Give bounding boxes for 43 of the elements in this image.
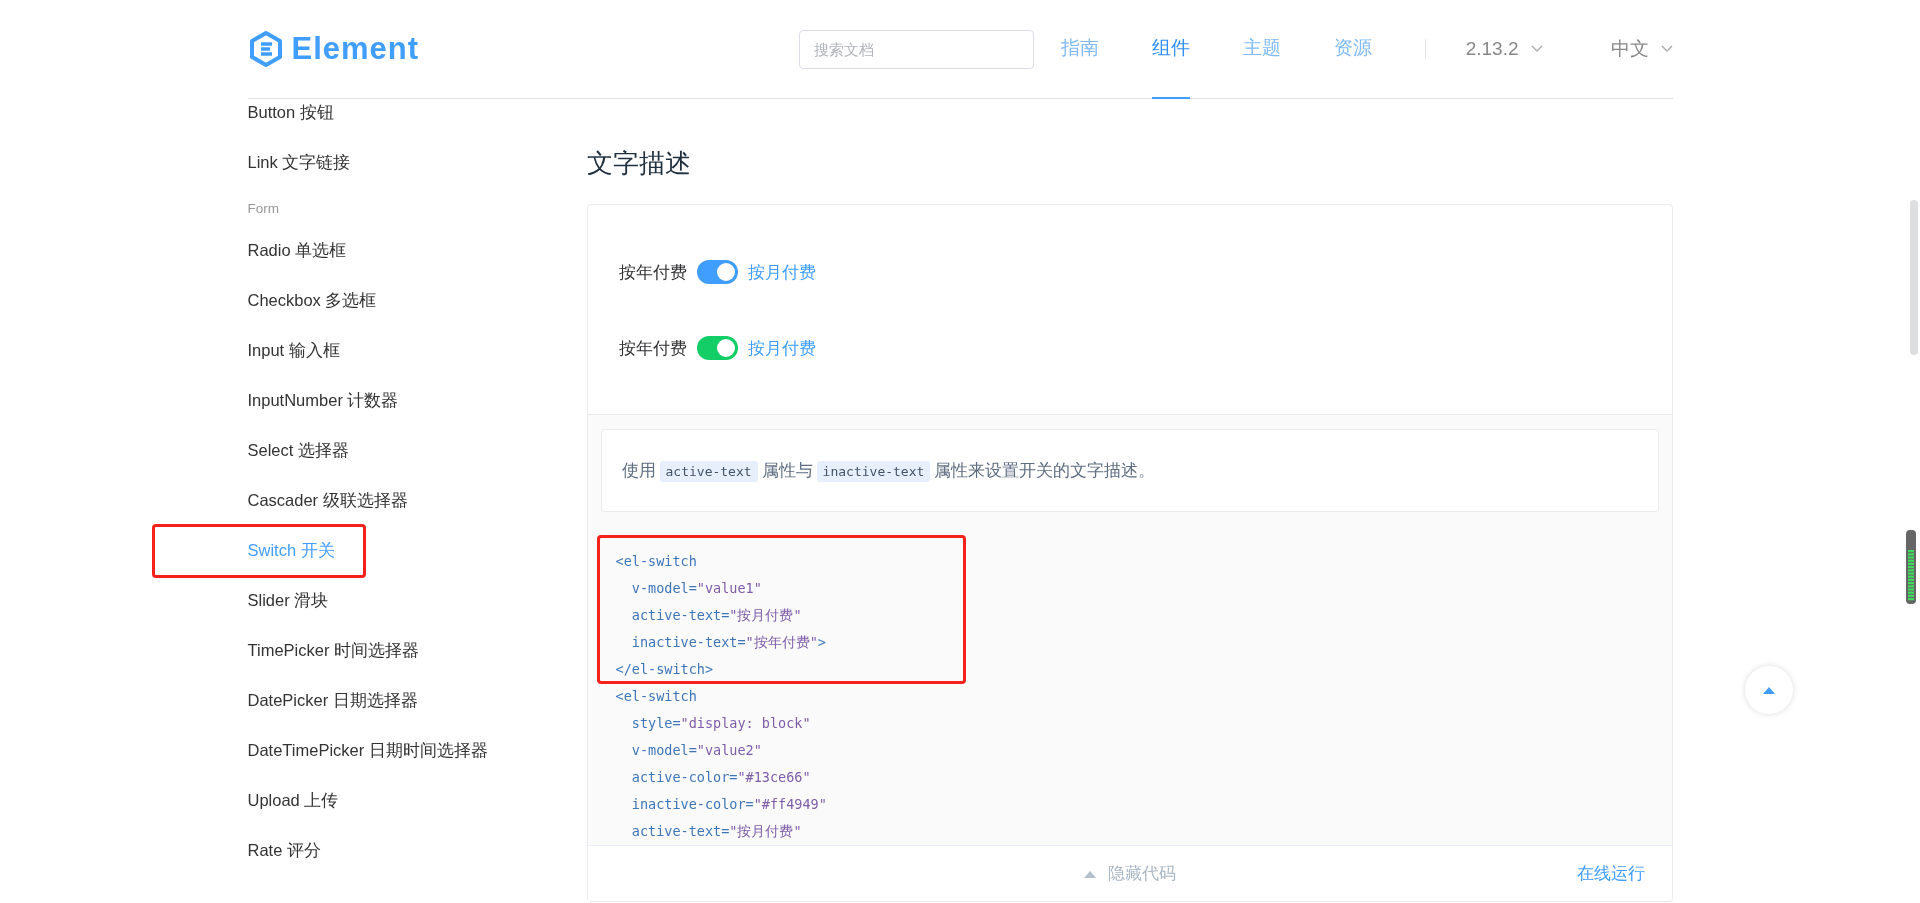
sidebar-item[interactable]: Input 输入框 [247,337,340,363]
switch-label[interactable]: 按年付费 [618,260,687,284]
code-line: active-color="#13ce66" [630,768,812,787]
switch-label[interactable]: 按年付费 [618,336,687,360]
toggle-switch[interactable] [696,336,738,360]
toggle-switch[interactable] [696,260,738,284]
sidebar-item[interactable]: DatePicker 日期选择器 [247,687,418,713]
hexagon-logo-icon [247,30,284,68]
code-line: <el-switch [615,687,698,706]
search-field[interactable]: 搜索文档 [798,29,1034,69]
code-line: <el-switch [615,552,698,571]
triangle-up-icon [1763,686,1775,694]
code-line: style="display: block" [630,714,812,733]
sidebar-item[interactable]: InputNumber 计数器 [247,387,399,413]
back-to-top-button[interactable] [1745,666,1793,714]
sidebar-item[interactable]: TimePicker 时间选择器 [247,637,419,663]
sidebar-item[interactable]: Upload 上传 [247,787,339,813]
language-dropdown[interactable]: 中文 [1610,36,1673,62]
code-line: inactive-text="按年付费"> [630,633,826,652]
code-line: active-text="按月付费" [630,822,803,841]
scrollbar-thumb[interactable] [1910,200,1918,355]
sidebar-group-label: Form [247,200,279,218]
sidebar-item[interactable]: Slider 滑块 [247,587,329,613]
caret-icon [1660,45,1673,53]
section-title: 文字描述 [586,147,692,180]
code-line: inactive-color="#ff4949" [630,795,827,814]
sidebar-item[interactable]: Checkbox 多选框 [247,287,377,313]
code-line: v-model="value2" [630,741,763,760]
version-dropdown[interactable]: 2.13.2 [1465,38,1543,60]
caret-icon [1530,45,1543,53]
sidebar-item[interactable]: Radio 单选框 [247,237,347,263]
level-meter-icon [1906,530,1916,604]
code-line: active-text="按月付费" [630,606,803,625]
sidebar-item[interactable]: Button 按钮 [247,99,334,125]
triangle-up-icon [1083,869,1096,878]
sidebar-item[interactable]: Cascader 级联选择器 [247,487,408,513]
sidebar-item[interactable]: Select 选择器 [247,437,349,463]
sidebar-item[interactable]: DateTimePicker 日期时间选择器 [247,737,488,763]
code-line: </el-switch> [615,660,715,679]
sidebar-item[interactable]: Link 文字链接 [247,149,351,175]
code-line: v-model="value1" [630,579,763,598]
description-text: 使用 active-text 属性与 inactive-text 属性来设置开关的文字描述。 [621,459,1156,482]
sidebar-item[interactable]: Rate 评分 [247,837,321,863]
